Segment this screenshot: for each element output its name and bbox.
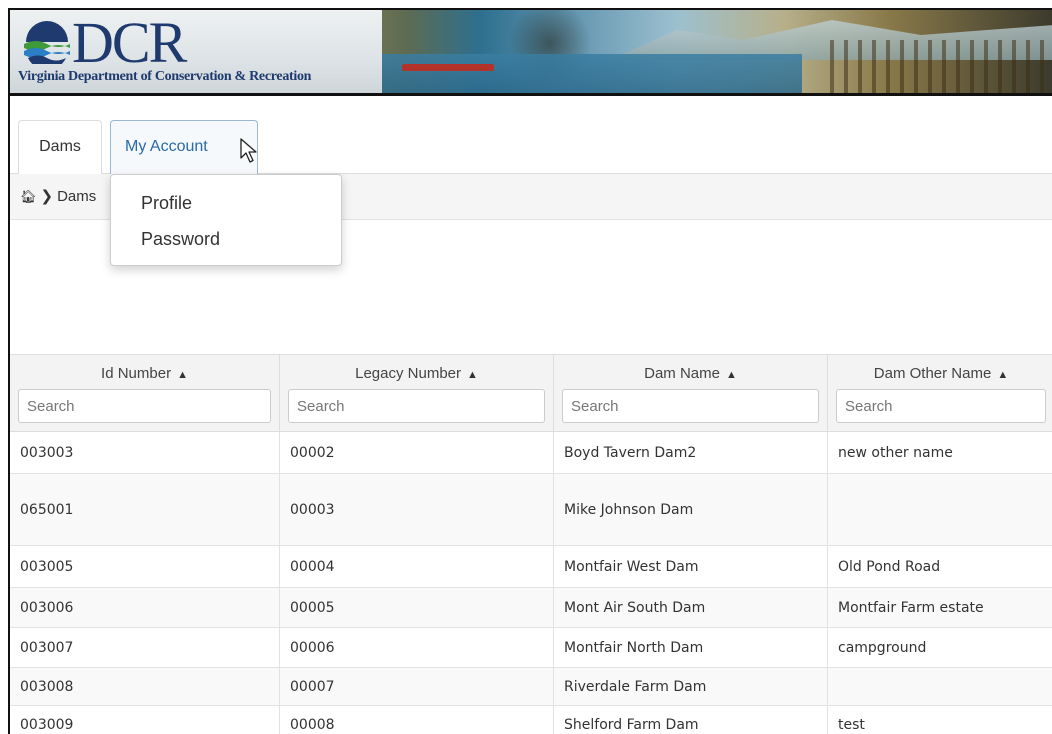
site-banner: DCR Virginia Department of Conservation … [10,10,1052,96]
column-header-dam-other-name: Dam Other Name ▲︎ [828,355,1052,433]
menu-item-password[interactable]: Password [111,221,341,257]
table-header: Id Number ▲︎ Legacy Number ▲︎ Dam Name ▲︎ D… [10,354,1052,433]
cell-legacy-number: 00004 [280,546,554,587]
cell-dam-other-name: campground [838,639,927,656]
cell-legacy-number: 00008 [280,706,554,734]
cell-dam-name: Mike Johnson Dam [554,474,828,545]
table-row[interactable]: 003007 00006 Montfair North Dam campgrou… [10,628,1052,668]
cell-id-number: 003009 [10,706,280,734]
column-header-legacy-number: Legacy Number ▲︎ [280,355,554,433]
cell-dam-name: Boyd Tavern Dam2 [554,432,828,473]
cell-legacy-number: 00006 [280,628,554,667]
tab-dams[interactable]: Dams [18,120,102,174]
cell-legacy-number: 00003 [280,474,554,545]
cell-legacy-number: 00005 [280,588,554,627]
sort-icon: ▲︎ [467,369,478,381]
logo-subtitle: Virginia Department of Conservation & Re… [18,69,312,84]
cell-id-number: 003003 [10,432,280,473]
table-row[interactable]: 003006 00005 Mont Air South Dam Montfair… [10,588,1052,628]
table-row[interactable]: 065001 00003 Mike Johnson Dam [10,474,1052,546]
column-header-dam-name: Dam Name ▲︎ [554,355,828,433]
column-label: Dam Name [644,365,720,382]
cell-dam-other-name [828,668,1052,705]
search-input-dam-other-name[interactable] [836,389,1046,423]
app-frame: DCR Virginia Department of Conservation … [8,8,1052,734]
cell-dam-other-name: test [838,716,865,733]
cell-id-number: 065001 [10,474,280,545]
sort-dam-other-name[interactable]: Dam Other Name ▲︎ [828,365,1052,382]
sort-id-number[interactable]: Id Number ▲︎ [10,365,279,382]
home-icon[interactable]: 🏠︎ [20,174,37,220]
cell-id-number: 003008 [10,668,280,705]
logo-text: DCR [72,10,187,75]
table-row[interactable]: 003009 00008 Shelford Farm Dam test [10,706,1052,734]
chevron-right-icon: ❯ [40,188,54,205]
sort-icon: ▲︎ [725,369,737,381]
column-label: Dam Other Name [873,365,992,382]
cell-id-number: 003007 [10,628,280,667]
cell-dam-other-name: Montfair Farm estate [838,599,984,616]
cell-dam-other-name: new other name [838,444,953,461]
cell-legacy-number: 00007 [280,668,554,705]
table-row[interactable]: 003003 00002 Boyd Tavern Dam2 new other … [10,432,1052,474]
cell-dam-name: Shelford Farm Dam [554,706,828,734]
dcr-logo-icon [24,21,70,64]
my-account-dropdown: Profile Password [110,174,342,266]
banner-boat-image [402,64,494,71]
banner-fence-image [830,40,1052,93]
sort-icon: ▲︎ [997,369,1009,381]
cell-dam-name: Montfair West Dam [554,546,828,587]
cell-dam-name: Mont Air South Dam [554,588,828,627]
tab-my-account[interactable]: My Account [110,120,258,174]
banner-lake-image [382,54,802,93]
search-input-legacy-number[interactable] [288,389,545,423]
column-header-id-number: Id Number ▲︎ [10,355,280,433]
cell-dam-other-name: Old Pond Road [838,558,941,575]
column-label: Id Number [101,365,172,382]
cell-dam-name: Montfair North Dam [554,628,828,667]
cell-dam-other-name [828,474,1052,545]
cell-id-number: 003006 [10,588,280,627]
column-label: Legacy Number [355,365,461,382]
sort-dam-name[interactable]: Dam Name ▲︎ [554,365,827,382]
sort-icon: ▲︎ [177,369,188,381]
cell-legacy-number: 00002 [280,432,554,473]
search-input-dam-name[interactable] [562,389,819,423]
sort-legacy-number[interactable]: Legacy Number ▲︎ [280,365,553,382]
table-row[interactable]: 003008 00007 Riverdale Farm Dam [10,668,1052,706]
search-input-id-number[interactable] [18,389,271,423]
cell-dam-name: Riverdale Farm Dam [554,668,828,705]
logo-panel[interactable]: DCR Virginia Department of Conservation … [10,10,382,93]
main-nav: Dams My Account [10,96,1052,174]
breadcrumb-current[interactable]: Dams [57,188,96,205]
menu-item-profile[interactable]: Profile [111,185,341,221]
cell-id-number: 003005 [10,546,280,587]
table-row[interactable]: 003005 00004 Montfair West Dam Old Pond … [10,546,1052,588]
mouse-cursor-icon [240,138,257,163]
